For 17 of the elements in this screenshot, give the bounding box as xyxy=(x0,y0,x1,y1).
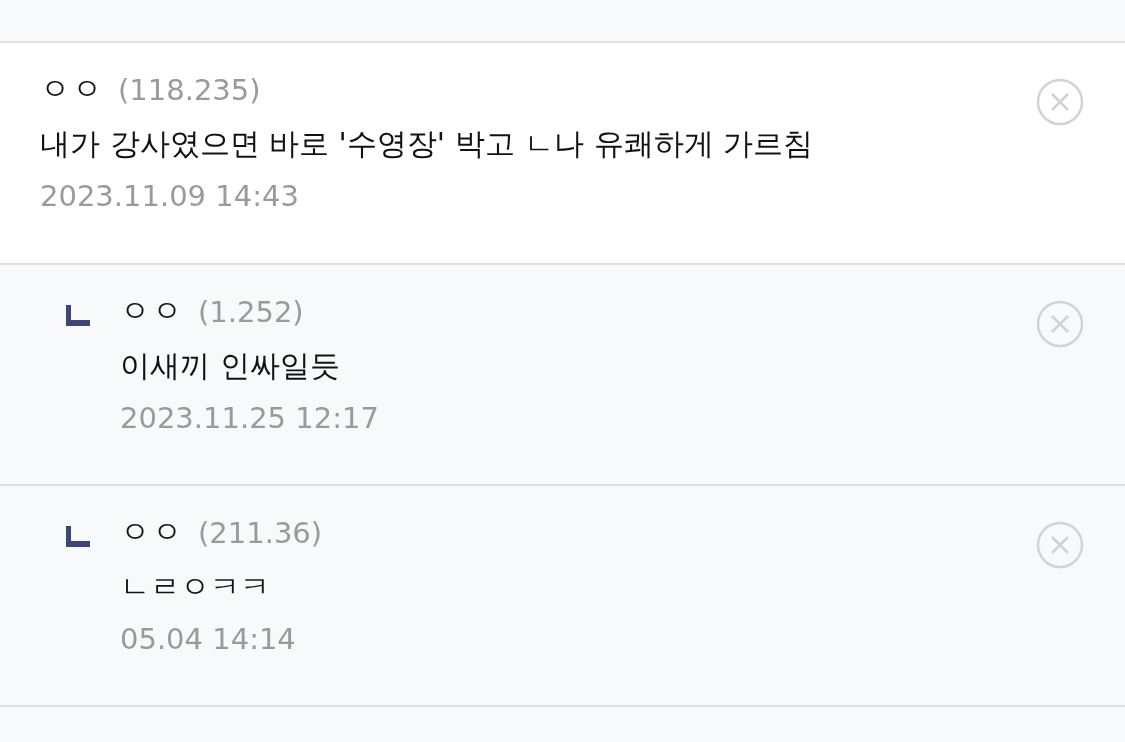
comment-text: 이새끼 인싸일듯 xyxy=(120,347,341,385)
delete-button[interactable] xyxy=(1035,77,1085,127)
comment-text: ㄴㄹㅇㅋㅋ xyxy=(120,568,271,606)
delete-button[interactable] xyxy=(1035,299,1085,349)
reply-arrow-icon xyxy=(64,526,90,548)
ip-address: (118.235) xyxy=(118,72,261,107)
comment-text: 내가 강사였으면 바로 '수영장' 박고 ㄴ나 유쾌하게 가르침 xyxy=(40,125,815,163)
comment-date: 05.04 14:14 xyxy=(120,622,297,656)
comment-date: 2023.11.09 14:43 xyxy=(40,179,300,213)
ip-address: (211.36) xyxy=(198,515,323,550)
author-name: ㅇㅇ xyxy=(120,513,184,551)
reply-arrow-icon xyxy=(64,305,90,327)
delete-button[interactable] xyxy=(1035,520,1085,570)
ip-address: (1.252) xyxy=(198,294,304,329)
comment-date: 2023.11.25 12:17 xyxy=(120,401,380,435)
author-name: ㅇㅇ xyxy=(120,292,184,330)
author-name: ㅇㅇ xyxy=(40,70,104,108)
